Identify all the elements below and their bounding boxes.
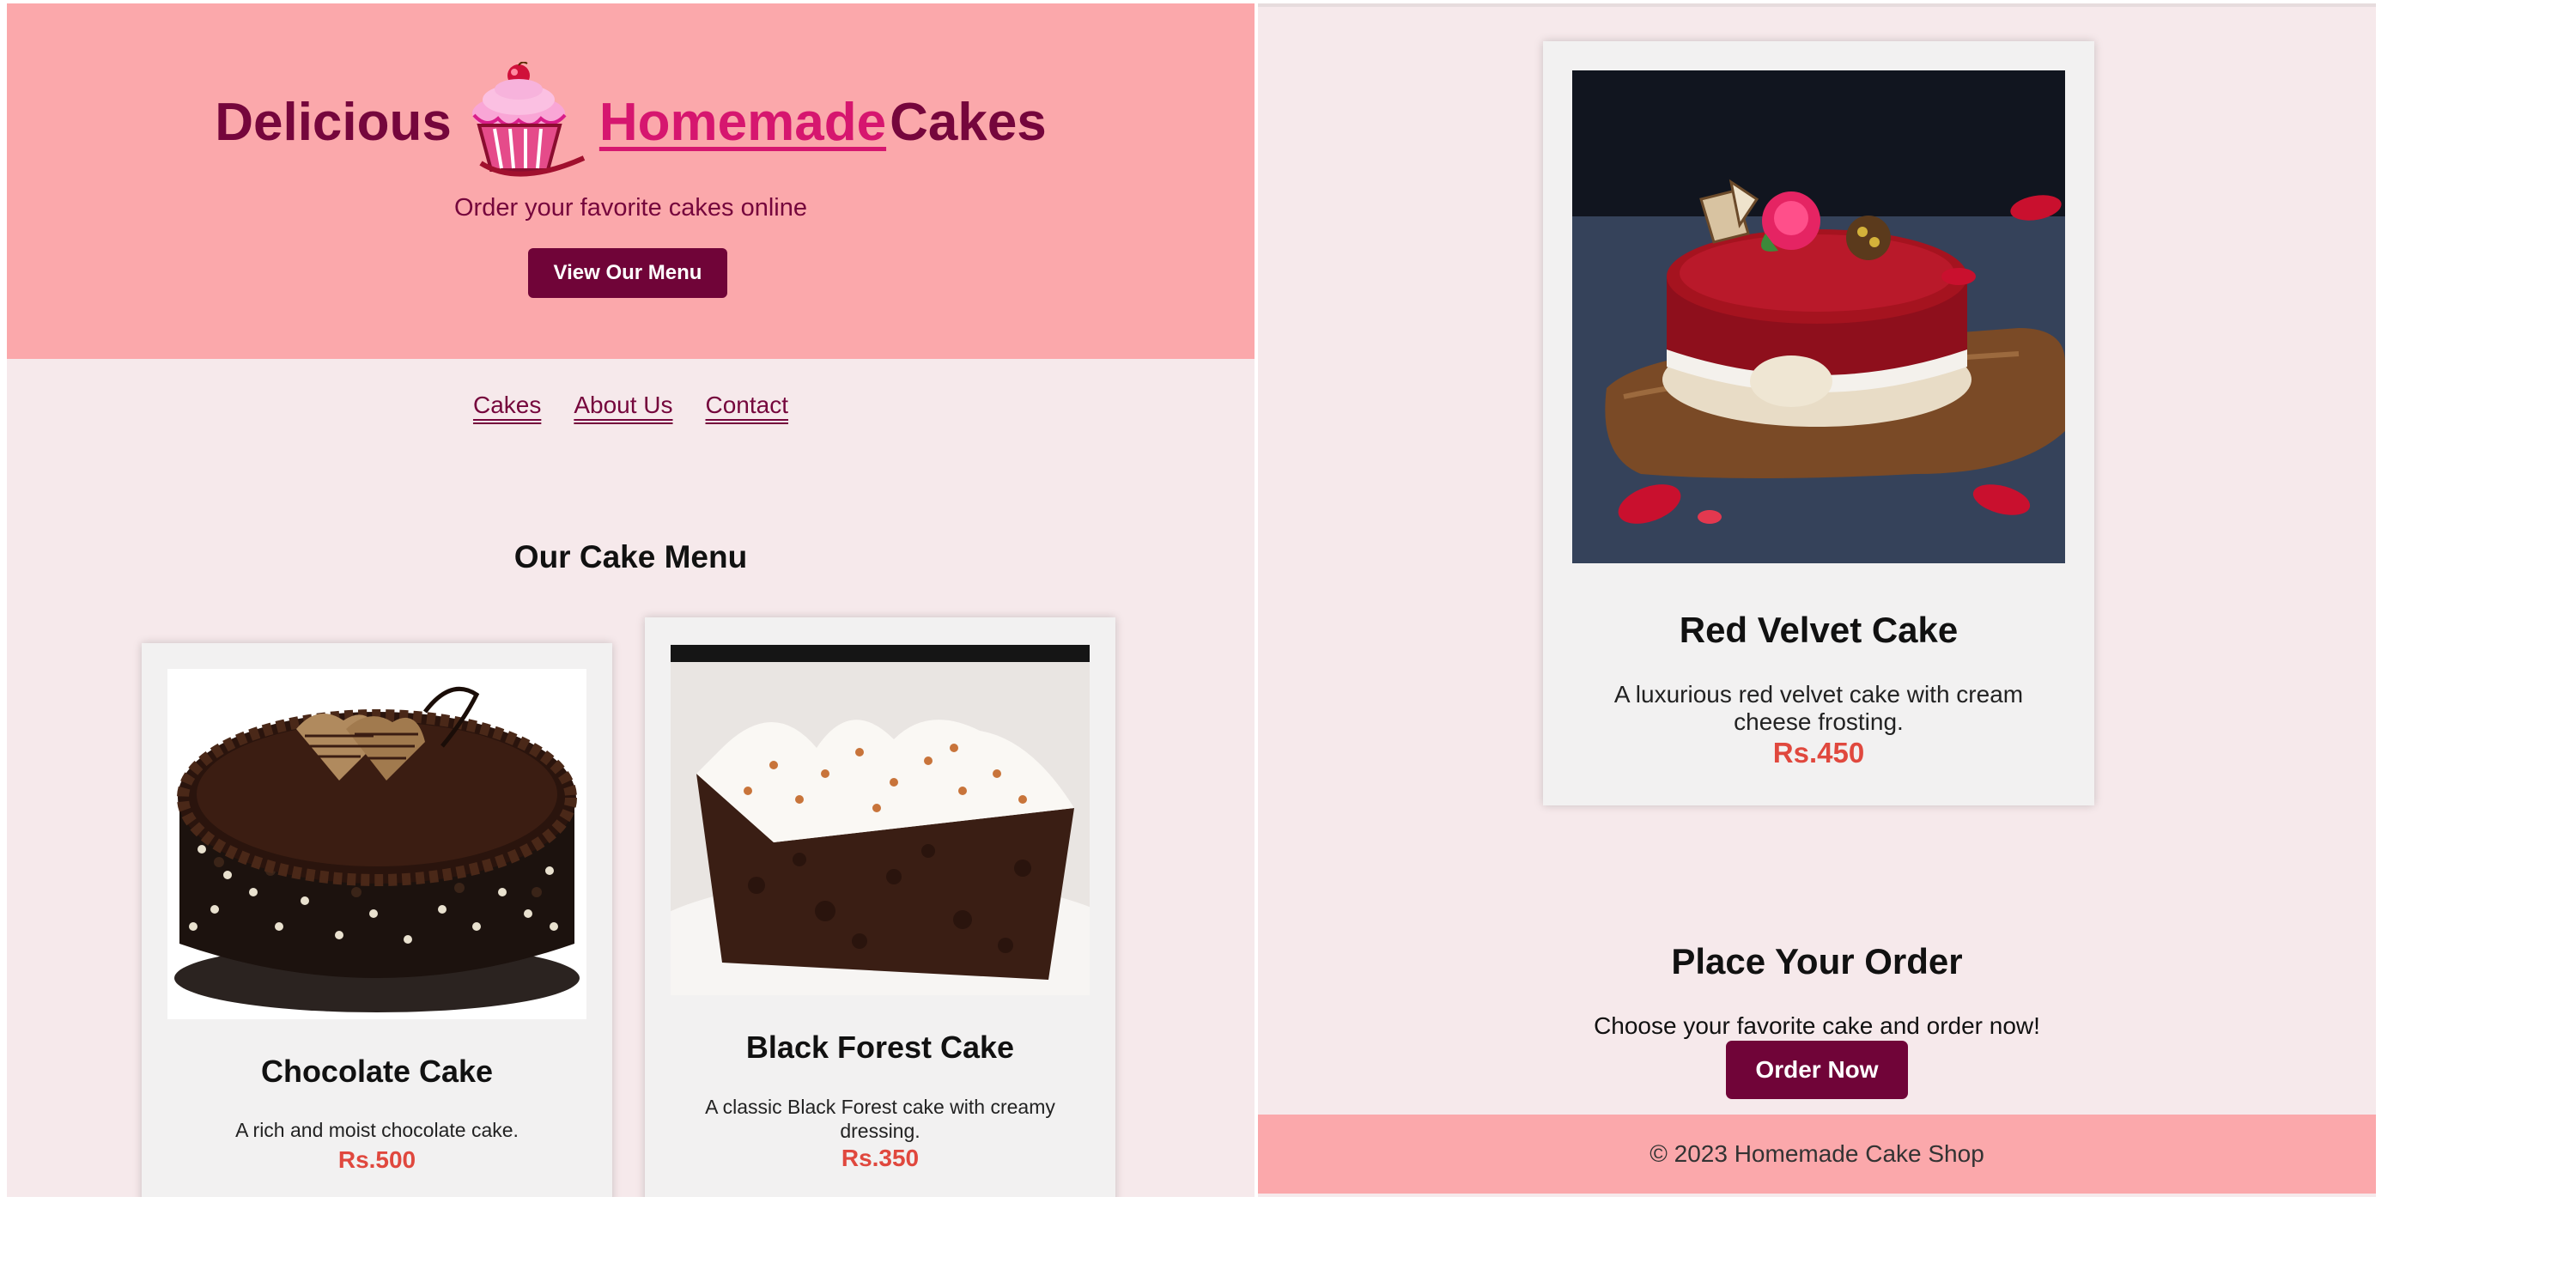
left-page-view: Delicious Homemade Cakes Order your favo… (7, 3, 1255, 1197)
cake-price: Rs.450 (1772, 737, 1865, 769)
hero-title-homemade-link[interactable]: Homemade (599, 92, 886, 153)
view-menu-button[interactable]: View Our Menu (528, 248, 727, 298)
order-section-title: Place Your Order (1671, 941, 1963, 981)
cake-description: A rich and moist chocolate cake. (235, 1119, 519, 1141)
cake-card-red-velvet: Red Velvet Cake A luxurious red velvet c… (1543, 41, 2094, 805)
footer-copyright: © 2023 Homemade Cake Shop (1649, 1140, 1984, 1167)
main-nav: Cakes About Us Contact (7, 392, 1255, 419)
hero-title-cakes: Cakes (890, 92, 1047, 152)
footer: © 2023 Homemade Cake Shop (1258, 1115, 2376, 1194)
cupcake-icon (465, 61, 586, 182)
cake-description: A luxurious red velvet cake with cream c… (1613, 681, 2024, 735)
chocolate-cake-image (167, 669, 586, 1019)
order-now-button[interactable]: Order Now (1726, 1041, 1908, 1099)
nav-link-about-us[interactable]: About Us (574, 392, 672, 419)
cake-name: Black Forest Cake (745, 1030, 1015, 1065)
cake-card-chocolate: Chocolate Cake A rich and moist chocolat… (142, 643, 612, 1197)
black-forest-cake-image (671, 645, 1090, 995)
menu-section-title: Our Cake Menu (513, 539, 748, 574)
nav-link-contact[interactable]: Contact (706, 392, 789, 419)
cake-card-black-forest: Black Forest Cake A classic Black Forest… (645, 617, 1115, 1197)
scroll-divider (1258, 3, 2376, 7)
hero-title-delicious: Delicious (215, 92, 452, 152)
cake-name: Red Velvet Cake (1679, 610, 1959, 650)
red-velvet-cake-image (1572, 70, 2065, 563)
hero-subtitle: Order your favorite cakes online (453, 194, 808, 222)
hero-section: Delicious Homemade Cakes Order your favo… (7, 3, 1255, 359)
hero-title: Delicious Homemade Cakes (7, 61, 1255, 182)
cake-description: A classic Black Forest cake with creamy … (705, 1096, 1055, 1142)
nav-link-cakes[interactable]: Cakes (473, 392, 541, 419)
cake-name: Chocolate Cake (260, 1054, 494, 1089)
cake-price: Rs.350 (841, 1145, 920, 1171)
order-subtitle: Choose your favorite cake and order now! (1594, 1012, 2040, 1039)
cake-price: Rs.500 (337, 1146, 416, 1173)
right-page-view: Red Velvet Cake A luxurious red velvet c… (1258, 3, 2376, 1197)
